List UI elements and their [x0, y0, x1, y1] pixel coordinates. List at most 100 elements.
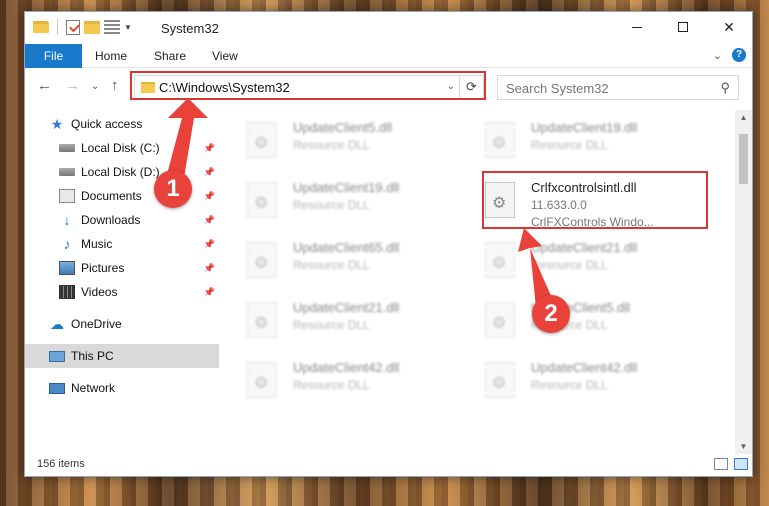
- tab-home[interactable]: Home: [85, 44, 137, 68]
- list-item[interactable]: UpdateClient21.dll Resource DLL: [463, 234, 693, 292]
- properties-icon[interactable]: [66, 19, 80, 35]
- window-title: System32: [161, 21, 219, 36]
- ribbon-right-controls: ⌄ ?: [713, 48, 746, 62]
- sidebar-item-label: Videos: [81, 285, 118, 299]
- sidebar-item-label: This PC: [71, 349, 114, 363]
- item-count: 156 items: [37, 458, 85, 470]
- scroll-down-icon[interactable]: ▼: [735, 439, 752, 455]
- sidebar-item-local-disk-c[interactable]: Local Disk (C:) 📌: [25, 136, 219, 160]
- sidebar-item-onedrive[interactable]: ☁ OneDrive: [25, 312, 219, 336]
- toolbar-divider: [57, 19, 58, 35]
- sidebar-item-music[interactable]: ♪ Music 📌: [25, 232, 219, 256]
- maximize-icon: [678, 22, 688, 32]
- maximize-button[interactable]: [660, 12, 706, 42]
- list-item[interactable]: UpdateClient19.dll Resource DLL: [225, 174, 455, 232]
- search-box[interactable]: ⚲: [497, 75, 739, 100]
- file-type: Resource DLL: [293, 378, 370, 392]
- tab-view[interactable]: View: [202, 44, 248, 68]
- folder-icon: [33, 21, 49, 33]
- large-icons-view-icon[interactable]: [734, 458, 748, 470]
- close-button[interactable]: ✕: [706, 12, 752, 42]
- file-type: Resource DLL: [293, 258, 370, 272]
- file-type: Resource DLL: [293, 198, 370, 212]
- pin-icon[interactable]: 📌: [204, 191, 215, 202]
- file-name: UpdateClient42.dll: [293, 360, 400, 375]
- sidebar-item-downloads[interactable]: ↓ Downloads 📌: [25, 208, 219, 232]
- pin-icon[interactable]: 📌: [204, 239, 215, 250]
- sidebar-item-label: Local Disk (C:): [81, 141, 160, 155]
- file-type: Resource DLL: [293, 138, 370, 152]
- list-item[interactable]: UpdateClient65.dll Resource DLL: [225, 234, 455, 292]
- file-name: UpdateClient19.dll: [531, 120, 638, 135]
- help-icon[interactable]: ?: [732, 48, 746, 62]
- dll-file-icon: [485, 242, 515, 278]
- quick-access-toolbar: ▼: [33, 19, 132, 35]
- scroll-thumb[interactable]: [739, 134, 748, 184]
- minimize-button[interactable]: [614, 12, 660, 42]
- file-name: UpdateClient19.dll: [293, 180, 400, 195]
- sidebar-item-label: Pictures: [81, 261, 125, 275]
- download-icon: ↓: [63, 212, 71, 228]
- pc-icon: [49, 350, 65, 362]
- videos-icon: [59, 285, 75, 299]
- navigation-pane: ★ Quick access Local Disk (C:) 📌 Local D…: [25, 110, 219, 455]
- list-item[interactable]: UpdateClient42.dll Resource DLL: [463, 354, 693, 412]
- cloud-icon: ☁: [50, 316, 64, 332]
- dll-file-icon: [485, 122, 515, 158]
- search-icon[interactable]: ⚲: [720, 80, 730, 96]
- sidebar-item-videos[interactable]: Videos 📌: [25, 280, 219, 304]
- sidebar-item-label: Downloads: [81, 213, 141, 227]
- address-bar-highlight: [130, 71, 486, 100]
- list-item[interactable]: UpdateClient21.dll Resource DLL: [225, 294, 455, 352]
- new-folder-icon[interactable]: [84, 20, 100, 34]
- sidebar-item-this-pc[interactable]: This PC: [25, 344, 219, 368]
- up-button[interactable]: ↑: [111, 77, 119, 94]
- recent-locations-button[interactable]: ⌄: [91, 81, 99, 92]
- sidebar-item-label: OneDrive: [71, 317, 122, 331]
- pin-icon[interactable]: 📌: [204, 287, 215, 298]
- file-name: UpdateClient65.dll: [293, 240, 400, 255]
- tab-file[interactable]: File: [25, 44, 82, 68]
- forward-button[interactable]: →: [65, 77, 80, 94]
- details-view-icon[interactable]: [714, 458, 728, 470]
- network-icon: [49, 382, 65, 394]
- customize-view-icon[interactable]: [104, 20, 120, 34]
- search-input[interactable]: [506, 77, 706, 99]
- status-bar: 156 items: [25, 454, 752, 476]
- list-item[interactable]: UpdateClient5.dll Resource DLL: [225, 114, 455, 172]
- list-item[interactable]: UpdateClient19.dll Resource DLL: [463, 114, 693, 172]
- file-name: UpdateClient21.dll: [531, 240, 638, 255]
- pin-icon[interactable]: 📌: [204, 215, 215, 226]
- vertical-scrollbar[interactable]: ▲ ▼: [735, 110, 752, 455]
- expand-ribbon-icon[interactable]: ⌄: [713, 49, 722, 62]
- pin-icon[interactable]: 📌: [204, 167, 215, 178]
- list-item[interactable]: UpdateClient42.dll Resource DLL: [225, 354, 455, 412]
- tab-share[interactable]: Share: [144, 44, 196, 68]
- title-bar: ▼ System32 ✕: [25, 12, 752, 44]
- sidebar-item-label: Quick access: [71, 117, 143, 131]
- dll-file-icon: [247, 182, 277, 218]
- pin-icon[interactable]: 📌: [204, 143, 215, 154]
- sidebar-item-label: Network: [71, 381, 116, 395]
- file-type: Resource DLL: [531, 378, 608, 392]
- file-list: UpdateClient5.dll Resource DLL UpdateCli…: [225, 110, 735, 455]
- dll-file-icon: [247, 122, 277, 158]
- list-item[interactable]: UpdateClient5.dll Resource DLL: [463, 294, 693, 352]
- file-highlight: [482, 171, 708, 229]
- sidebar-item-quick-access[interactable]: ★ Quick access: [25, 112, 219, 136]
- qat-dropdown-icon[interactable]: ▼: [124, 23, 132, 32]
- pin-icon[interactable]: 📌: [204, 263, 215, 274]
- window-controls: ✕: [614, 12, 752, 42]
- dll-file-icon: [485, 302, 515, 338]
- close-icon: ✕: [723, 18, 735, 35]
- dll-file-icon: [247, 362, 277, 398]
- back-button[interactable]: ←: [37, 77, 52, 94]
- sidebar-item-pictures[interactable]: Pictures 📌: [25, 256, 219, 280]
- file-type: Resource DLL: [531, 258, 608, 272]
- scroll-up-icon[interactable]: ▲: [735, 110, 752, 126]
- file-type: Resource DLL: [531, 138, 608, 152]
- file-name: UpdateClient5.dll: [293, 120, 393, 135]
- sidebar-item-network[interactable]: Network: [25, 376, 219, 400]
- dll-file-icon: [485, 362, 515, 398]
- pictures-icon: [59, 261, 75, 275]
